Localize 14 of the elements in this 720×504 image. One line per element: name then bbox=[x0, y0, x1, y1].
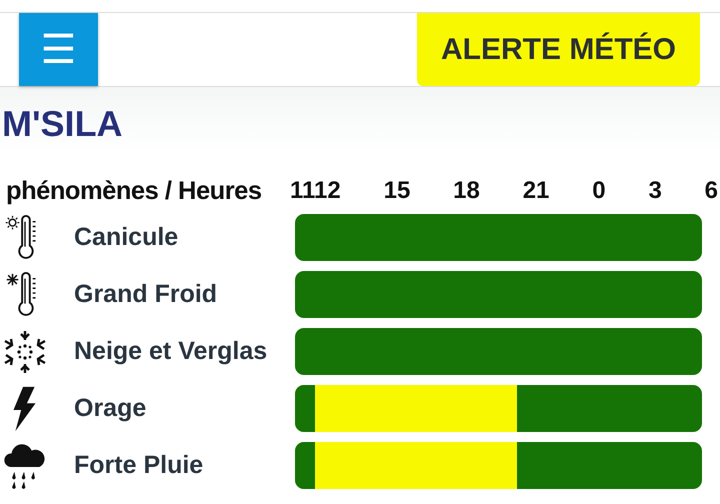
phenomenon-label: Orage bbox=[74, 394, 148, 423]
phenomenon-label: Canicule bbox=[74, 223, 180, 252]
phenomenon-label: Neige et Verglas bbox=[74, 337, 268, 366]
hour-label: 1112 bbox=[290, 177, 341, 205]
hour-label: 18 bbox=[453, 177, 480, 205]
hour-label: 15 bbox=[384, 177, 410, 205]
phenomenon-label: Grand Froid bbox=[74, 280, 218, 309]
column-heading: phénomènes / Heures bbox=[5, 176, 262, 206]
hour-label: 6 bbox=[704, 177, 718, 205]
hour-label: 0 bbox=[592, 177, 606, 205]
hour-label: 21 bbox=[522, 177, 550, 205]
phenomenon-label: Forte Pluie bbox=[74, 451, 204, 480]
weather-alert-button[interactable]: ALERTE MÉTÉO bbox=[417, 13, 700, 86]
hour-label: 3 bbox=[648, 177, 662, 205]
